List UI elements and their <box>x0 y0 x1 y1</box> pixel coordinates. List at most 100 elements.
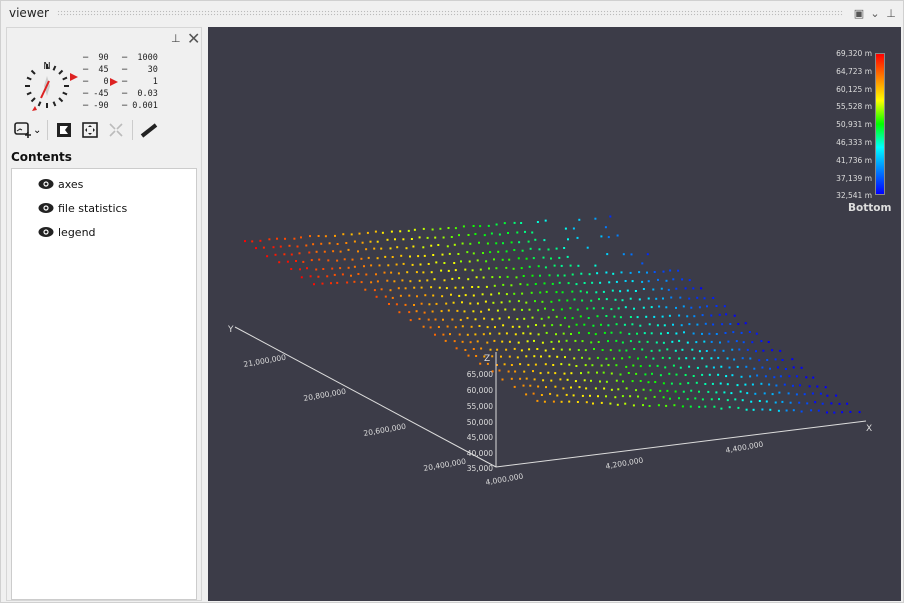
point <box>381 231 384 234</box>
point <box>529 247 532 250</box>
pitch-marker-icon[interactable] <box>70 73 78 81</box>
point <box>543 400 546 403</box>
point <box>646 271 648 274</box>
layer-item-axes[interactable]: axes <box>12 172 196 196</box>
point <box>620 271 623 274</box>
point <box>505 250 508 253</box>
point <box>290 268 293 270</box>
point <box>423 254 426 257</box>
point <box>318 258 321 261</box>
point <box>543 282 546 285</box>
point <box>644 373 647 376</box>
point <box>606 253 609 256</box>
point <box>498 332 501 335</box>
layer-item-file-statistics[interactable]: file statistics <box>12 196 196 220</box>
point <box>621 357 624 360</box>
point <box>629 340 632 343</box>
point <box>467 354 470 357</box>
color-legend: 69,320 m 64,723 m 60,125 m 55,528 m 50,931 m… <box>808 47 898 217</box>
full-extent-icon[interactable] <box>54 120 74 140</box>
zoom-to-fit-icon[interactable] <box>80 120 100 140</box>
3d-viewer[interactable]: Y X Z 21,000,000 20,800,000 20,600,000 2… <box>208 27 901 601</box>
point <box>613 357 615 360</box>
point <box>447 269 450 272</box>
point <box>520 267 523 270</box>
point <box>816 385 819 388</box>
point <box>279 245 282 248</box>
point <box>571 290 574 293</box>
eye-icon[interactable] <box>38 202 54 214</box>
point <box>653 271 656 273</box>
point <box>453 243 456 246</box>
point <box>467 234 470 236</box>
measure-ruler-icon[interactable] <box>139 120 159 140</box>
zoom-marker-icon[interactable] <box>110 78 118 86</box>
point <box>491 276 494 279</box>
close-icon[interactable]: ✕ <box>187 29 200 48</box>
point <box>313 283 315 286</box>
point <box>605 395 607 398</box>
point <box>469 302 472 305</box>
point <box>547 371 550 374</box>
point <box>480 310 483 313</box>
point <box>508 355 511 358</box>
point <box>493 258 495 261</box>
point <box>637 395 639 398</box>
point <box>564 227 567 230</box>
pitch-scale[interactable]: ─ 90 ─ 45 ─ 0 ─ -45 ─ -90 <box>83 52 109 112</box>
add-layer-icon[interactable] <box>13 120 33 140</box>
point <box>701 314 704 317</box>
point <box>628 332 631 335</box>
point <box>814 401 817 404</box>
point <box>454 326 457 329</box>
point <box>645 315 648 318</box>
point <box>474 333 477 336</box>
point <box>668 357 671 360</box>
point <box>542 256 545 259</box>
point <box>552 364 555 366</box>
restore-icon[interactable]: ▣ <box>851 7 867 20</box>
point <box>693 357 696 360</box>
point <box>733 358 736 361</box>
zoom-scale[interactable]: ─ 1000 ─ 30 ─ 1 ─ 0.03 ─ 0.001 <box>122 52 158 112</box>
point <box>792 366 795 369</box>
point <box>568 348 571 351</box>
point <box>737 323 740 325</box>
eye-icon[interactable] <box>38 226 54 238</box>
chevron-down-icon[interactable]: ⌄ <box>867 7 883 20</box>
point <box>717 373 720 376</box>
point <box>446 245 449 248</box>
point <box>527 363 530 366</box>
point <box>308 251 311 254</box>
point <box>399 230 402 233</box>
point <box>360 257 363 260</box>
eye-icon[interactable] <box>38 178 54 190</box>
point <box>380 288 383 291</box>
compass-icon[interactable]: N <box>19 58 75 114</box>
point <box>601 349 604 351</box>
layer-item-legend[interactable]: legend <box>12 220 196 244</box>
pin-icon[interactable]: ⊥ <box>883 7 899 20</box>
point <box>510 284 513 287</box>
point <box>558 340 560 343</box>
pin-icon[interactable]: ⊥ <box>171 32 181 45</box>
point <box>550 379 553 382</box>
point <box>608 281 611 284</box>
point <box>799 384 801 387</box>
zoom-value: 1 <box>152 77 158 87</box>
point <box>583 323 586 326</box>
point <box>363 265 365 268</box>
point <box>619 316 622 319</box>
point <box>435 261 438 264</box>
point <box>502 324 505 327</box>
point <box>345 242 348 244</box>
point <box>298 252 301 255</box>
point <box>616 234 619 237</box>
chevron-down-icon[interactable]: ⌄ <box>33 125 41 136</box>
collapse-icon[interactable] <box>106 120 126 140</box>
point <box>642 306 645 309</box>
point-cloud-scene[interactable]: Y X Z 21,000,000 20,800,000 20,600,000 2… <box>208 27 901 601</box>
drag-handle[interactable] <box>56 10 843 16</box>
point <box>496 348 499 351</box>
point <box>768 383 771 386</box>
